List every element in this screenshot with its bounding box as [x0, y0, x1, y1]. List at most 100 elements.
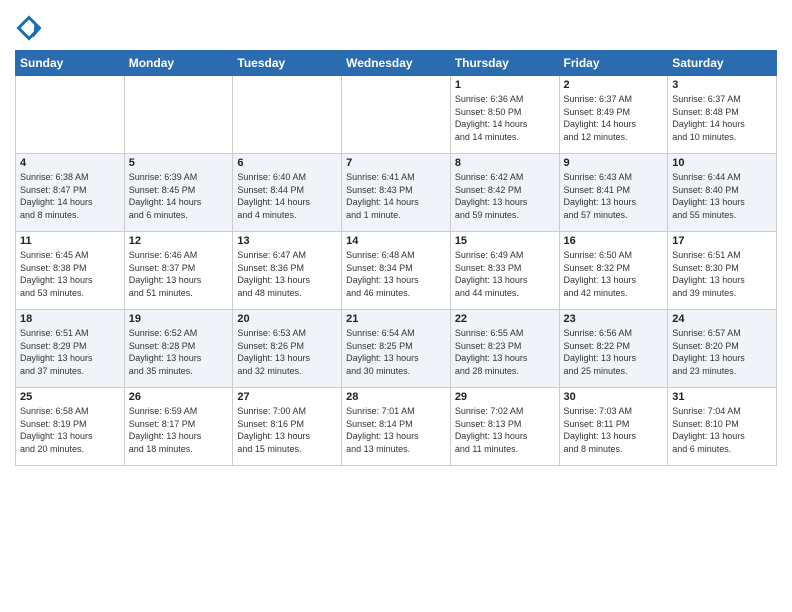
day-number: 4: [20, 157, 120, 169]
calendar-cell: 31 Sunrise: 7:04 AM Sunset: 8:10 PM Dayli…: [668, 388, 777, 466]
day-info: Sunrise: 6:49 AM Sunset: 8:33 PM Dayligh…: [455, 249, 555, 299]
day-number: 17: [672, 235, 772, 247]
calendar-cell: 18 Sunrise: 6:51 AM Sunset: 8:29 PM Dayli…: [16, 310, 125, 388]
calendar-cell: 9 Sunrise: 6:43 AM Sunset: 8:41 PM Daylig…: [559, 154, 668, 232]
day-info: Sunrise: 6:45 AM Sunset: 8:38 PM Dayligh…: [20, 249, 120, 299]
day-info: Sunrise: 6:37 AM Sunset: 8:49 PM Dayligh…: [564, 93, 664, 143]
day-number: 15: [455, 235, 555, 247]
day-number: 22: [455, 313, 555, 325]
calendar-cell: 20 Sunrise: 6:53 AM Sunset: 8:26 PM Dayli…: [233, 310, 342, 388]
logo-icon: [15, 14, 43, 42]
calendar-cell: [16, 76, 125, 154]
calendar-cell: 12 Sunrise: 6:46 AM Sunset: 8:37 PM Dayli…: [124, 232, 233, 310]
calendar-cell: 22 Sunrise: 6:55 AM Sunset: 8:23 PM Dayli…: [450, 310, 559, 388]
day-info: Sunrise: 6:39 AM Sunset: 8:45 PM Dayligh…: [129, 171, 229, 221]
header-tuesday: Tuesday: [233, 51, 342, 76]
week-row-3: 11 Sunrise: 6:45 AM Sunset: 8:38 PM Dayli…: [16, 232, 777, 310]
day-number: 23: [564, 313, 664, 325]
header-monday: Monday: [124, 51, 233, 76]
calendar-cell: 25 Sunrise: 6:58 AM Sunset: 8:19 PM Dayli…: [16, 388, 125, 466]
day-number: 9: [564, 157, 664, 169]
header-sunday: Sunday: [16, 51, 125, 76]
day-info: Sunrise: 6:42 AM Sunset: 8:42 PM Dayligh…: [455, 171, 555, 221]
calendar-cell: 15 Sunrise: 6:49 AM Sunset: 8:33 PM Dayli…: [450, 232, 559, 310]
day-number: 29: [455, 391, 555, 403]
day-number: 21: [346, 313, 446, 325]
day-number: 27: [237, 391, 337, 403]
day-number: 18: [20, 313, 120, 325]
day-info: Sunrise: 6:44 AM Sunset: 8:40 PM Dayligh…: [672, 171, 772, 221]
day-info: Sunrise: 6:55 AM Sunset: 8:23 PM Dayligh…: [455, 327, 555, 377]
day-number: 7: [346, 157, 446, 169]
header-saturday: Saturday: [668, 51, 777, 76]
day-info: Sunrise: 6:38 AM Sunset: 8:47 PM Dayligh…: [20, 171, 120, 221]
calendar-cell: [233, 76, 342, 154]
day-number: 14: [346, 235, 446, 247]
calendar-cell: 17 Sunrise: 6:51 AM Sunset: 8:30 PM Dayli…: [668, 232, 777, 310]
day-info: Sunrise: 6:46 AM Sunset: 8:37 PM Dayligh…: [129, 249, 229, 299]
day-number: 3: [672, 79, 772, 91]
day-info: Sunrise: 7:02 AM Sunset: 8:13 PM Dayligh…: [455, 405, 555, 455]
calendar-cell: 30Sunrise: 7:03 AM Sunset: 8:11 PM Dayli…: [559, 388, 668, 466]
header-wednesday: Wednesday: [342, 51, 451, 76]
day-info: Sunrise: 6:41 AM Sunset: 8:43 PM Dayligh…: [346, 171, 446, 221]
day-number: 16: [564, 235, 664, 247]
day-info: Sunrise: 6:51 AM Sunset: 8:29 PM Dayligh…: [20, 327, 120, 377]
day-info: Sunrise: 6:48 AM Sunset: 8:34 PM Dayligh…: [346, 249, 446, 299]
calendar-cell: 8 Sunrise: 6:42 AM Sunset: 8:42 PM Daylig…: [450, 154, 559, 232]
day-info: Sunrise: 7:00 AM Sunset: 8:16 PM Dayligh…: [237, 405, 337, 455]
calendar-cell: 27 Sunrise: 7:00 AM Sunset: 8:16 PM Dayli…: [233, 388, 342, 466]
calendar-cell: 14 Sunrise: 6:48 AM Sunset: 8:34 PM Dayli…: [342, 232, 451, 310]
day-number: 19: [129, 313, 229, 325]
calendar-cell: 26Sunrise: 6:59 AM Sunset: 8:17 PM Dayli…: [124, 388, 233, 466]
calendar-cell: 19 Sunrise: 6:52 AM Sunset: 8:28 PM Dayli…: [124, 310, 233, 388]
week-row-4: 18 Sunrise: 6:51 AM Sunset: 8:29 PM Dayli…: [16, 310, 777, 388]
day-info: Sunrise: 7:04 AM Sunset: 8:10 PM Dayligh…: [672, 405, 772, 455]
day-info: Sunrise: 6:53 AM Sunset: 8:26 PM Dayligh…: [237, 327, 337, 377]
day-info: Sunrise: 6:54 AM Sunset: 8:25 PM Dayligh…: [346, 327, 446, 377]
day-info: Sunrise: 6:37 AM Sunset: 8:48 PM Dayligh…: [672, 93, 772, 143]
header: [15, 10, 777, 42]
day-info: Sunrise: 6:56 AM Sunset: 8:22 PM Dayligh…: [564, 327, 664, 377]
day-info: Sunrise: 6:50 AM Sunset: 8:32 PM Dayligh…: [564, 249, 664, 299]
day-number: 13: [237, 235, 337, 247]
day-number: 6: [237, 157, 337, 169]
calendar-cell: 24 Sunrise: 6:57 AM Sunset: 8:20 PM Dayli…: [668, 310, 777, 388]
day-info: Sunrise: 6:52 AM Sunset: 8:28 PM Dayligh…: [129, 327, 229, 377]
calendar-table: SundayMondayTuesdayWednesdayThursdayFrid…: [15, 50, 777, 466]
week-row-1: 1Sunrise: 6:36 AM Sunset: 8:50 PM Daylig…: [16, 76, 777, 154]
day-number: 25: [20, 391, 120, 403]
day-number: 26: [129, 391, 229, 403]
day-number: 12: [129, 235, 229, 247]
week-row-5: 25 Sunrise: 6:58 AM Sunset: 8:19 PM Dayli…: [16, 388, 777, 466]
main-container: SundayMondayTuesdayWednesdayThursdayFrid…: [0, 0, 792, 476]
day-info: Sunrise: 6:58 AM Sunset: 8:19 PM Dayligh…: [20, 405, 120, 455]
day-info: Sunrise: 6:43 AM Sunset: 8:41 PM Dayligh…: [564, 171, 664, 221]
day-info: Sunrise: 6:51 AM Sunset: 8:30 PM Dayligh…: [672, 249, 772, 299]
calendar-cell: 2 Sunrise: 6:37 AM Sunset: 8:49 PM Daylig…: [559, 76, 668, 154]
day-info: Sunrise: 7:01 AM Sunset: 8:14 PM Dayligh…: [346, 405, 446, 455]
calendar-cell: 16 Sunrise: 6:50 AM Sunset: 8:32 PM Dayli…: [559, 232, 668, 310]
day-info: Sunrise: 6:40 AM Sunset: 8:44 PM Dayligh…: [237, 171, 337, 221]
calendar-cell: 5 Sunrise: 6:39 AM Sunset: 8:45 PM Daylig…: [124, 154, 233, 232]
header-thursday: Thursday: [450, 51, 559, 76]
day-number: 2: [564, 79, 664, 91]
day-number: 31: [672, 391, 772, 403]
day-info: Sunrise: 6:47 AM Sunset: 8:36 PM Dayligh…: [237, 249, 337, 299]
calendar-cell: [342, 76, 451, 154]
day-number: 24: [672, 313, 772, 325]
logo: [15, 14, 47, 42]
calendar-cell: 13 Sunrise: 6:47 AM Sunset: 8:36 PM Dayli…: [233, 232, 342, 310]
calendar-cell: 10Sunrise: 6:44 AM Sunset: 8:40 PM Dayli…: [668, 154, 777, 232]
day-info: Sunrise: 6:57 AM Sunset: 8:20 PM Dayligh…: [672, 327, 772, 377]
day-number: 20: [237, 313, 337, 325]
day-number: 11: [20, 235, 120, 247]
calendar-cell: 3 Sunrise: 6:37 AM Sunset: 8:48 PM Daylig…: [668, 76, 777, 154]
day-info: Sunrise: 7:03 AM Sunset: 8:11 PM Dayligh…: [564, 405, 664, 455]
day-number: 5: [129, 157, 229, 169]
calendar-header-row: SundayMondayTuesdayWednesdayThursdayFrid…: [16, 51, 777, 76]
header-friday: Friday: [559, 51, 668, 76]
day-number: 8: [455, 157, 555, 169]
calendar-cell: 1Sunrise: 6:36 AM Sunset: 8:50 PM Daylig…: [450, 76, 559, 154]
calendar-cell: 21 Sunrise: 6:54 AM Sunset: 8:25 PM Dayli…: [342, 310, 451, 388]
